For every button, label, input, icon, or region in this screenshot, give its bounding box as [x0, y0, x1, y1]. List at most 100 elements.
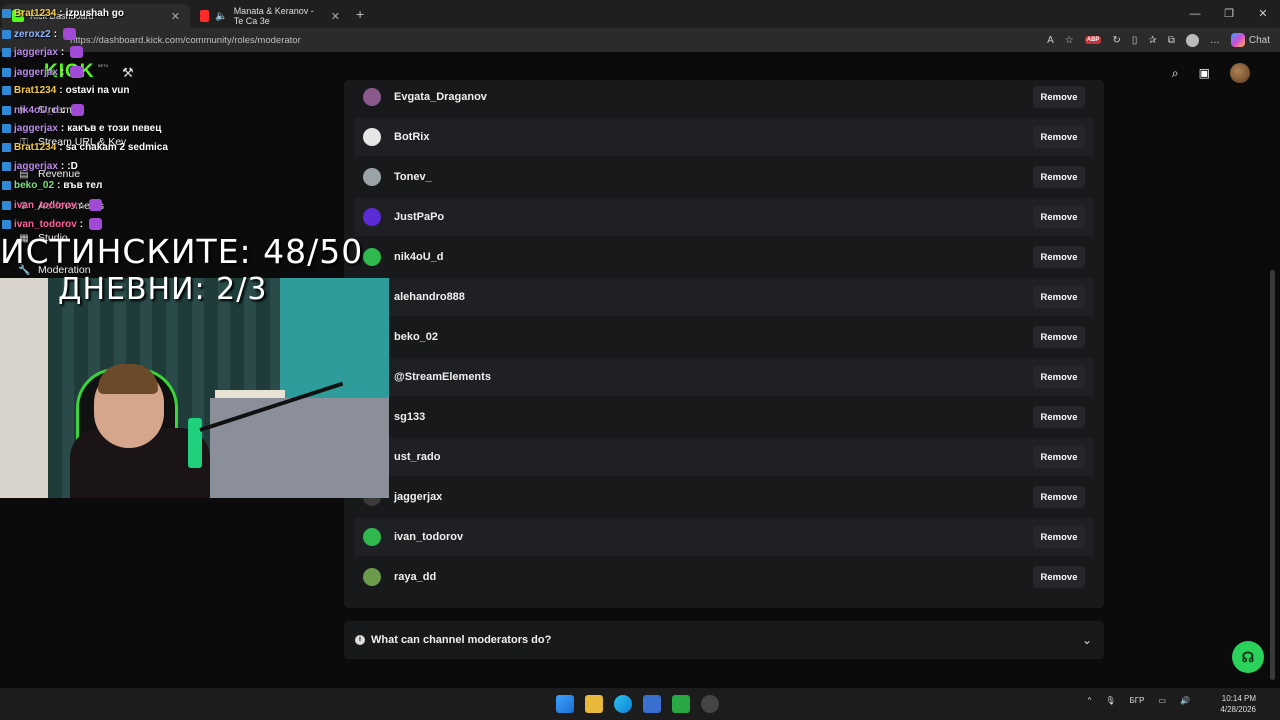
moderator-name: Tonev_ [394, 171, 432, 183]
collections-icon[interactable]: ⧉ [1168, 35, 1175, 46]
copilot-icon [1230, 33, 1245, 47]
edge-icon[interactable] [614, 695, 632, 713]
clock[interactable]: 10:14 PM 4/28/2026 [1220, 693, 1256, 715]
moderator-avatar [363, 168, 381, 186]
chevron-up-icon[interactable]: ^ [1088, 696, 1092, 705]
chat-separator: : [79, 218, 84, 230]
user-avatar[interactable] [1230, 63, 1250, 83]
network-icon[interactable]: ▭ [1158, 696, 1166, 705]
chat-text: :D [67, 161, 78, 172]
moderator-row: Evgata_Draganov Remove [355, 78, 1093, 116]
remove-button[interactable]: Remove [1033, 166, 1085, 188]
remove-button[interactable]: Remove [1033, 566, 1085, 588]
webcam-overlay [0, 278, 389, 498]
moderator-name: JustPaPo [394, 211, 445, 223]
chat-username: nik4oU_d [14, 104, 60, 116]
chat-badge-icon [2, 200, 11, 210]
profile-icon[interactable] [1185, 33, 1199, 47]
chat-text: ostavi na vun [65, 85, 130, 96]
chat-message: Brat1234: ostavi na vun [2, 85, 130, 96]
chat-username: Brat1234 [14, 8, 57, 19]
search-icon[interactable]: ⌕ [1172, 66, 1179, 81]
moderator-row: jaggerjax Remove [355, 478, 1093, 516]
chat-username: beko_02 [14, 180, 55, 191]
xbox-icon[interactable] [672, 695, 690, 713]
moderator-name: raya_dd [394, 571, 437, 583]
remove-button[interactable]: Remove [1033, 406, 1085, 428]
maximize-icon[interactable]: ❐ [1212, 0, 1246, 28]
chat-badge-icon [2, 105, 11, 115]
chat-separator: : [59, 142, 63, 153]
chat-separator: : [53, 28, 58, 40]
info-icon: i [355, 635, 365, 645]
chat-username: ivan_todorov [14, 218, 77, 230]
language-indicator[interactable]: БГР [1130, 696, 1145, 705]
moderator-row: @StreamElements Remove [355, 358, 1093, 396]
remove-button[interactable]: Remove [1033, 446, 1085, 468]
chat-message: nik4oU_d: [2, 104, 85, 116]
chat-badge-icon [2, 86, 11, 95]
remove-button[interactable]: Remove [1033, 86, 1085, 108]
remove-button[interactable]: Remove [1033, 246, 1085, 268]
favorite-icon[interactable]: ☆ [1065, 35, 1074, 46]
remove-button[interactable]: Remove [1033, 526, 1085, 548]
url-input[interactable]: https://dashboard.kick.com/community/rol… [70, 35, 970, 46]
volume-icon[interactable]: 🔊 [1180, 696, 1190, 705]
moderator-avatar [363, 208, 381, 226]
clock-time: 10:14 PM [1221, 694, 1256, 703]
remove-button[interactable]: Remove [1033, 126, 1085, 148]
chat-username: jaggerjax [14, 123, 58, 134]
chat-badge-icon [2, 124, 11, 133]
refresh-icon[interactable]: ↻ [1112, 35, 1120, 46]
chat-separator: : [59, 8, 63, 19]
tab-label: Manata & Keranov - Te Ca 3e [233, 6, 314, 26]
live-icon[interactable]: ▣ [1199, 66, 1210, 80]
copilot-chat-button[interactable]: Chat [1230, 33, 1270, 47]
remove-button[interactable]: Remove [1033, 206, 1085, 228]
moderator-row: BotRix Remove [355, 118, 1093, 156]
store-icon[interactable] [643, 695, 661, 713]
moderator-name: ivan_todorov [394, 531, 464, 543]
remove-button[interactable]: Remove [1033, 366, 1085, 388]
help-chat-button[interactable]: ☊ [1232, 641, 1264, 673]
chat-badge-icon [2, 219, 11, 229]
close-window-icon[interactable]: ✕ [1246, 0, 1280, 28]
minimize-icon[interactable]: — [1178, 0, 1212, 28]
chat-label: Chat [1248, 34, 1270, 46]
emote-icon [89, 199, 103, 211]
address-bar: https://dashboard.kick.com/community/rol… [0, 28, 1280, 52]
microphone-icon[interactable]: 🎙 [1105, 696, 1115, 705]
remove-button[interactable]: Remove [1033, 486, 1085, 508]
header-actions: ⌕ ▣ [1172, 63, 1250, 83]
moderator-name: jaggerjax [394, 491, 443, 503]
adblock-icon[interactable]: ABP [1084, 36, 1102, 44]
chevron-down-icon[interactable]: ⌄ [1082, 633, 1092, 647]
chat-badge-icon [2, 47, 11, 57]
chat-text: izpushah go [65, 8, 124, 19]
remove-button[interactable]: Remove [1033, 326, 1085, 348]
tab-youtube[interactable]: 🔈 Manata & Keranov - Te Ca 3e ✕ [190, 4, 350, 28]
webcam-bed [210, 398, 389, 498]
new-tab-icon[interactable]: + [356, 6, 364, 22]
app-icon[interactable] [701, 695, 719, 713]
windows-taskbar: ^ 🎙 БГР ▭ 🔊 10:14 PM 4/28/2026 [0, 688, 1280, 720]
hammer-icon[interactable]: ⚒ [122, 65, 134, 81]
chat-message: zeroxz2: [2, 28, 77, 40]
more-icon[interactable]: … [1210, 35, 1220, 46]
windows-start-icon[interactable] [556, 695, 574, 713]
faq-accordion[interactable]: i What can channel moderators do? ⌄ [344, 621, 1104, 659]
read-aloud-icon[interactable]: A [1047, 35, 1054, 46]
split-screen-icon[interactable]: ▯ [1132, 35, 1138, 46]
moderator-name: sg133 [394, 411, 426, 423]
remove-button[interactable]: Remove [1033, 286, 1085, 308]
moderator-name: BotRix [394, 131, 430, 143]
close-icon[interactable]: ✕ [331, 10, 340, 23]
system-tray: ^ 🎙 БГР ▭ 🔊 [1088, 696, 1190, 705]
favorites-icon[interactable]: ✰ [1148, 35, 1156, 46]
chat-text: sa chakam 2 sedmica [65, 142, 168, 153]
file-explorer-icon[interactable] [585, 695, 603, 713]
moderator-row: beko_02 Remove [355, 318, 1093, 356]
chat-badge-icon [2, 9, 11, 18]
close-icon[interactable]: ✕ [171, 10, 180, 23]
page-scrollbar[interactable] [1270, 270, 1275, 680]
